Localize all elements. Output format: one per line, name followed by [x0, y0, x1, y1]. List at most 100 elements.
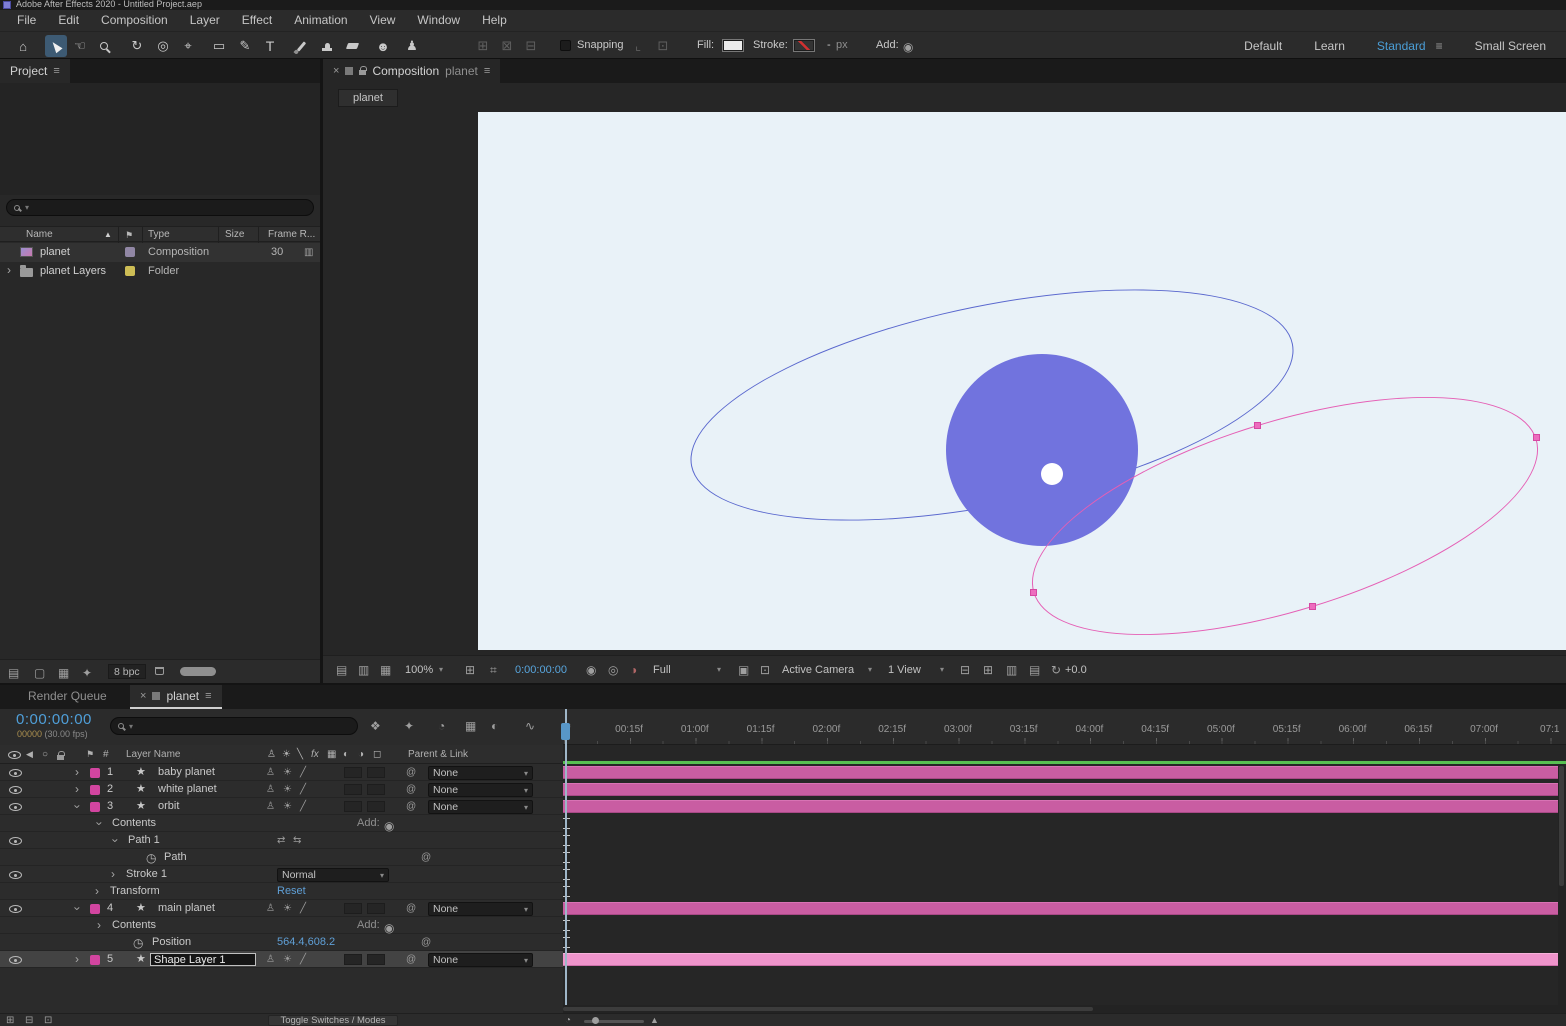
group-name[interactable]: Contents — [112, 917, 156, 934]
draft-3d-icon[interactable]: ◔ — [438, 720, 445, 732]
delete-icon[interactable] — [155, 667, 164, 675]
current-time-indicator-handle[interactable] — [561, 723, 570, 740]
always-preview-icon[interactable]: ▤ — [336, 664, 347, 676]
property-row-left[interactable]: › Path 1 ⇄ ⇆ — [0, 832, 563, 849]
zoom-out-time-icon[interactable]: ◔ — [565, 1016, 571, 1026]
hand-tool-icon[interactable]: ☜ — [69, 35, 91, 57]
stopwatch-icon[interactable]: ◷ — [146, 852, 156, 864]
rectangle-tool-icon[interactable]: ▭ — [208, 35, 230, 57]
scrollbar-thumb[interactable] — [1559, 766, 1564, 886]
property-name[interactable]: Path — [164, 849, 187, 866]
workspace-default[interactable]: Default — [1244, 39, 1282, 53]
motion-blur-icon[interactable]: ◐ — [491, 720, 498, 732]
menu-item[interactable]: View — [359, 10, 407, 31]
comp-navigator-tab[interactable]: planet — [338, 89, 398, 107]
collapse-chevron-icon[interactable]: › — [69, 904, 86, 914]
property-pickwhip-icon[interactable]: @ — [421, 934, 431, 951]
collapse-chevron-icon[interactable]: › — [107, 836, 124, 846]
collapse-switch-icon[interactable]: ☀ — [283, 781, 292, 798]
path-vertex-handle[interactable] — [1030, 589, 1037, 596]
puppet-pin-tool-icon[interactable]: ♟ — [401, 35, 423, 57]
item-name[interactable]: planet Layers — [40, 262, 106, 281]
effects-switch-icon[interactable]: fx — [311, 745, 319, 764]
quality-switch-icon[interactable]: ╱ — [300, 781, 306, 798]
brush-tool-icon[interactable] — [290, 35, 312, 57]
project-tab[interactable]: Project ≡ — [0, 59, 70, 83]
menu-item[interactable]: Animation — [283, 10, 358, 31]
visibility-eye-icon[interactable] — [9, 803, 22, 811]
resolution-dropdown[interactable]: Full — [653, 656, 671, 684]
workspace-small-screen[interactable]: Small Screen — [1475, 39, 1546, 53]
switch-cell[interactable] — [367, 954, 385, 965]
project-item-row[interactable]: › planet Layers Folder — [0, 262, 320, 281]
layer-row-left[interactable]: › 5 ★ Shape Layer 1 ♙ ☀ ╱ @ None ▾ — [0, 951, 563, 968]
new-composition-icon[interactable]: ▦ — [58, 667, 69, 679]
property-row-left[interactable]: › Transform Reset — [0, 883, 563, 900]
label-color-chip[interactable] — [125, 247, 135, 257]
fill-label[interactable]: Fill: — [697, 37, 714, 54]
shy-switch-icon[interactable]: ♙ — [266, 764, 275, 781]
switch-cell[interactable] — [344, 903, 362, 914]
group-name[interactable]: Transform — [110, 883, 160, 900]
blend-mode-dropdown[interactable]: Normal ▾ — [277, 868, 389, 882]
switch-cell[interactable] — [344, 767, 362, 778]
video-column-eye-icon[interactable] — [8, 751, 21, 759]
label-color-chip[interactable] — [90, 785, 100, 795]
number-column-label[interactable]: # — [103, 745, 109, 764]
menu-item[interactable]: Help — [471, 10, 518, 31]
graph-editor-icon[interactable]: ∿ — [525, 720, 535, 732]
stroke-label[interactable]: Stroke: — [753, 37, 788, 54]
label-color-chip[interactable] — [90, 802, 100, 812]
current-time-display[interactable]: 0:00:00:00 — [515, 656, 567, 684]
fast-previews-icon[interactable]: ▥ — [1006, 664, 1017, 676]
parent-dropdown[interactable]: None ▾ — [428, 800, 533, 814]
parent-pickwhip-icon[interactable]: @ — [406, 951, 416, 968]
layer-name[interactable]: main planet — [158, 900, 215, 917]
layer-duration-bar[interactable] — [563, 800, 1566, 813]
new-folder-icon[interactable]: ▢ — [34, 667, 45, 679]
timeline-current-time[interactable]: 0:00:00:00 — [16, 711, 92, 728]
label-column-icon[interactable]: ⚑ — [125, 227, 133, 243]
visibility-eye-icon[interactable] — [9, 786, 22, 794]
visibility-eye-icon[interactable] — [9, 956, 22, 964]
threed-switch-icon[interactable]: ◻ — [373, 745, 381, 764]
reset-exposure-icon[interactable]: ↻ — [1051, 664, 1061, 676]
fill-color-swatch[interactable] — [722, 39, 744, 52]
live-update-icon[interactable]: ✦ — [404, 720, 414, 732]
mask-visibility-icon[interactable]: ⌗ — [490, 664, 497, 676]
layer-name[interactable]: white planet — [158, 781, 217, 798]
menu-item[interactable]: Composition — [90, 10, 179, 31]
project-item-row[interactable]: planet Composition 30 ▥ — [0, 243, 320, 262]
region-of-interest-icon[interactable]: ▣ — [738, 664, 749, 676]
shy-switch-icon[interactable]: ♙ — [266, 900, 275, 917]
menu-item[interactable]: File — [6, 10, 47, 31]
home-icon[interactable]: ⌂ — [12, 35, 34, 57]
expand-in-out-pane-icon[interactable]: ⊞ — [6, 1016, 14, 1026]
camera-dropdown[interactable]: Active Camera — [782, 656, 854, 684]
switch-cell[interactable] — [344, 954, 362, 965]
layer-name[interactable]: baby planet — [158, 764, 215, 781]
path-direction-icon[interactable]: ⇄ — [277, 832, 285, 849]
column-size[interactable]: Size — [225, 227, 244, 243]
timeline-search-input[interactable]: ▾ — [110, 717, 358, 735]
project-bit-depth[interactable]: 8 bpc — [108, 664, 146, 679]
shy-switch-icon[interactable]: ♙ — [266, 798, 275, 815]
path-vertex-handle[interactable] — [1533, 434, 1540, 441]
expand-chevron-icon[interactable]: › — [72, 781, 82, 798]
layer-row-left[interactable]: › 4 ★ main planet ♙ ☀ ╱ @ None ▾ — [0, 900, 563, 917]
clone-stamp-tool-icon[interactable] — [316, 35, 338, 57]
layer-row-left[interactable]: › 2 ★ white planet ♙ ☀ ╱ @ None ▾ — [0, 781, 563, 798]
collapse-switch-icon[interactable]: ☀ — [283, 900, 292, 917]
path-merge-icon[interactable]: ⇆ — [293, 832, 301, 849]
position-value[interactable]: 564.4,608.2 — [277, 934, 335, 951]
label-color-chip[interactable] — [125, 266, 135, 276]
toggle-switches-modes-button[interactable]: Toggle Switches / Modes — [268, 1015, 398, 1026]
collapse-chevron-icon[interactable]: › — [91, 819, 108, 829]
layer-name[interactable]: orbit — [158, 798, 179, 815]
stroke-width-value[interactable]: - — [827, 37, 831, 54]
shy-switch-icon[interactable]: ♙ — [267, 745, 276, 764]
property-row-left[interactable]: › Stroke 1 Normal ▾ — [0, 866, 563, 883]
label-color-chip[interactable] — [90, 955, 100, 965]
switch-cell[interactable] — [367, 767, 385, 778]
panel-menu-icon[interactable]: ≡ — [205, 690, 211, 702]
